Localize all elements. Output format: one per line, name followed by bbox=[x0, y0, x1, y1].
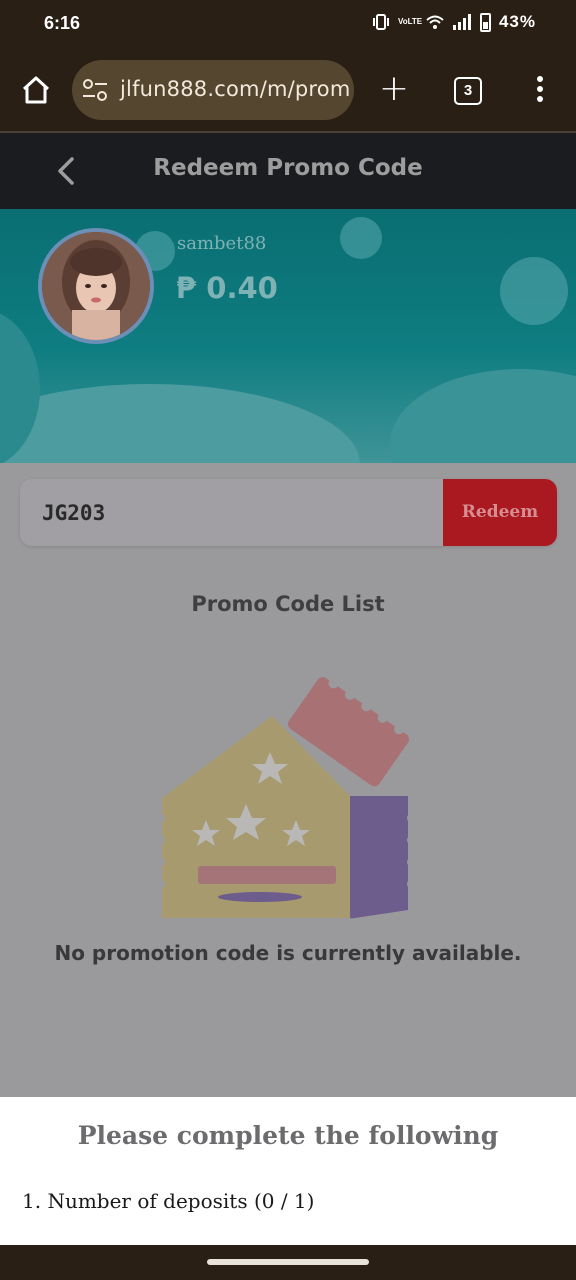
vibrate-icon bbox=[372, 14, 389, 30]
new-tab-button[interactable]: + bbox=[378, 71, 410, 107]
empty-state-message: No promotion code is currently available… bbox=[54, 941, 522, 965]
status-icons: VoLTE 43% bbox=[372, 12, 536, 32]
sheet-title: Please complete the following bbox=[77, 1121, 499, 1150]
requirement-item: 1. Number of deposits (0 / 1) bbox=[22, 1189, 315, 1213]
decor-bubble bbox=[340, 217, 382, 259]
more-menu-icon[interactable] bbox=[528, 76, 552, 106]
system-nav-bar bbox=[0, 1245, 576, 1280]
battery-percent: 43% bbox=[498, 12, 536, 31]
url-text[interactable]: jlfun888.com/m/prom bbox=[120, 77, 351, 101]
requirements-sheet: Please complete the following 1. Number … bbox=[0, 1097, 576, 1245]
volte-icon: VoLTE bbox=[397, 17, 423, 26]
tab-switcher-button[interactable]: 3 bbox=[454, 77, 482, 105]
wifi-icon bbox=[426, 15, 444, 29]
promo-code-input[interactable] bbox=[20, 479, 443, 546]
promo-code-form: Redeem bbox=[20, 479, 557, 546]
decor-wave bbox=[390, 369, 576, 463]
browser-toolbar: jlfun888.com/m/prom + 3 bbox=[0, 48, 576, 132]
balance: ₱ 0.40 bbox=[176, 271, 278, 305]
promo-list-title: Promo Code List bbox=[191, 592, 385, 616]
username: sambet88 bbox=[177, 233, 267, 254]
address-bar[interactable]: jlfun888.com/m/prom bbox=[72, 60, 354, 120]
empty-tickets-illustration bbox=[155, 677, 417, 919]
user-photo bbox=[42, 232, 150, 340]
avatar bbox=[38, 228, 154, 344]
page-header: Redeem Promo Code bbox=[0, 133, 576, 209]
decor-bubble bbox=[500, 257, 568, 325]
decor-wave bbox=[0, 384, 360, 463]
status-bar: 6:16 VoLTE 43% bbox=[0, 0, 576, 48]
site-settings-icon[interactable] bbox=[82, 78, 108, 102]
signal-icon bbox=[452, 14, 471, 30]
battery-icon bbox=[479, 12, 491, 32]
profile-banner: sambet88 ₱ 0.40 bbox=[0, 209, 576, 463]
status-time: 6:16 bbox=[44, 13, 81, 33]
redeem-button[interactable]: Redeem bbox=[443, 479, 557, 546]
home-indicator[interactable] bbox=[207, 1259, 369, 1265]
page-title: Redeem Promo Code bbox=[153, 155, 423, 181]
home-icon[interactable] bbox=[20, 74, 52, 106]
